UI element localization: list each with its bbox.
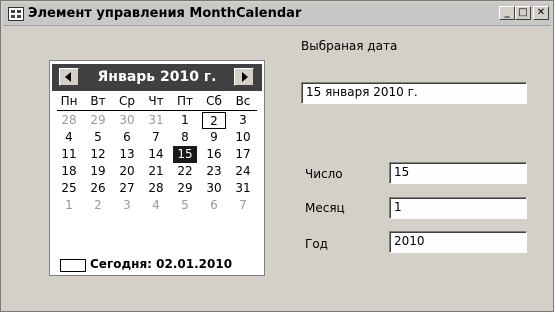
calendar-day[interactable]: 24 <box>231 163 255 180</box>
calendar-day[interactable]: 3 <box>115 197 139 214</box>
weekday-label: Вс <box>235 94 251 108</box>
month-label: Месяц <box>305 201 345 215</box>
weekday-label: Чт <box>148 94 164 108</box>
calendar-day[interactable]: 25 <box>57 180 81 197</box>
year-field[interactable]: 2010 <box>389 231 527 253</box>
app-icon <box>8 7 24 21</box>
calendar-day[interactable]: 28 <box>144 180 168 197</box>
calendar-day[interactable]: 16 <box>202 146 226 163</box>
weekday-label: Сб <box>206 94 222 108</box>
calendar-day[interactable]: 6 <box>202 197 226 214</box>
form-client-area: Январь 2010 г. Пн Вт Ср Чт Пт Сб Вс Сего… <box>4 26 550 309</box>
day-field[interactable]: 15 <box>389 162 527 184</box>
calendar-day[interactable]: 17 <box>231 146 255 163</box>
today-label[interactable]: Сегодня: 02.01.2010 <box>90 257 232 271</box>
selected-date-label: Выбраная дата <box>301 39 398 53</box>
day-label: Число <box>305 167 343 181</box>
calendar-day[interactable]: 10 <box>231 129 255 146</box>
minimize-button[interactable]: _ <box>499 6 515 20</box>
calendar-day[interactable]: 20 <box>115 163 139 180</box>
calendar-day[interactable]: 23 <box>202 163 226 180</box>
calendar-day[interactable]: 29 <box>173 180 197 197</box>
calendar-month-label[interactable]: Январь 2010 г. <box>82 69 232 85</box>
calendar-day[interactable]: 7 <box>231 197 255 214</box>
calendar-header: Январь 2010 г. <box>52 64 262 91</box>
calendar-day[interactable]: 3 <box>231 112 255 129</box>
calendar-day[interactable]: 30 <box>202 180 226 197</box>
arrow-left-icon <box>65 72 71 82</box>
previous-month-button[interactable] <box>59 68 79 86</box>
weekday-label: Пт <box>176 94 193 108</box>
calendar-day[interactable]: 26 <box>86 180 110 197</box>
calendar-day[interactable]: 5 <box>86 129 110 146</box>
selected-date-field[interactable]: 15 января 2010 г. <box>301 82 527 104</box>
calendar-day[interactable]: 4 <box>144 197 168 214</box>
next-month-button[interactable] <box>234 68 254 86</box>
year-label: Год <box>305 237 328 251</box>
arrow-right-icon <box>242 72 248 82</box>
weekday-header-row: Пн Вт Ср Чт Пт Сб Вс <box>57 94 257 110</box>
calendar-day[interactable]: 8 <box>173 129 197 146</box>
month-field[interactable]: 1 <box>389 197 527 219</box>
weekday-label: Вт <box>90 94 106 108</box>
month-calendar[interactable]: Январь 2010 г. Пн Вт Ср Чт Пт Сб Вс Сего… <box>49 60 265 276</box>
calendar-day[interactable]: 1 <box>57 197 81 214</box>
calendar-day[interactable]: 6 <box>115 129 139 146</box>
weekday-divider <box>57 110 257 111</box>
calendar-day[interactable]: 5 <box>173 197 197 214</box>
calendar-day[interactable]: 31 <box>144 112 168 129</box>
calendar-day[interactable]: 12 <box>86 146 110 163</box>
today-day[interactable]: 2 <box>202 112 226 129</box>
calendar-day[interactable]: 9 <box>202 129 226 146</box>
calendar-day[interactable]: 13 <box>115 146 139 163</box>
calendar-day[interactable]: 4 <box>57 129 81 146</box>
calendar-day[interactable]: 7 <box>144 129 168 146</box>
calendar-day[interactable]: 18 <box>57 163 81 180</box>
calendar-day[interactable]: 27 <box>115 180 139 197</box>
maximize-button[interactable]: □ <box>515 6 531 20</box>
calendar-day[interactable]: 29 <box>86 112 110 129</box>
calendar-day[interactable]: 14 <box>144 146 168 163</box>
window-title: Элемент управления MonthCalendar <box>28 6 302 21</box>
close-button[interactable]: ✕ <box>533 6 549 20</box>
weekday-label: Пн <box>60 94 78 108</box>
calendar-day[interactable]: 11 <box>57 146 81 163</box>
calendar-day[interactable]: 31 <box>231 180 255 197</box>
main-window: Элемент управления MonthCalendar _ □ ✕ Я… <box>0 0 554 312</box>
calendar-day[interactable]: 21 <box>144 163 168 180</box>
title-bar[interactable]: Элемент управления MonthCalendar _ □ ✕ <box>3 3 551 26</box>
calendar-day[interactable]: 19 <box>86 163 110 180</box>
calendar-day[interactable]: 30 <box>115 112 139 129</box>
calendar-day[interactable]: 2 <box>86 197 110 214</box>
calendar-day[interactable]: 1 <box>173 112 197 129</box>
selected-day[interactable]: 15 <box>173 146 197 163</box>
calendar-day[interactable]: 28 <box>57 112 81 129</box>
calendar-day[interactable]: 22 <box>173 163 197 180</box>
weekday-label: Ср <box>119 94 135 108</box>
today-indicator-box[interactable] <box>60 259 86 272</box>
